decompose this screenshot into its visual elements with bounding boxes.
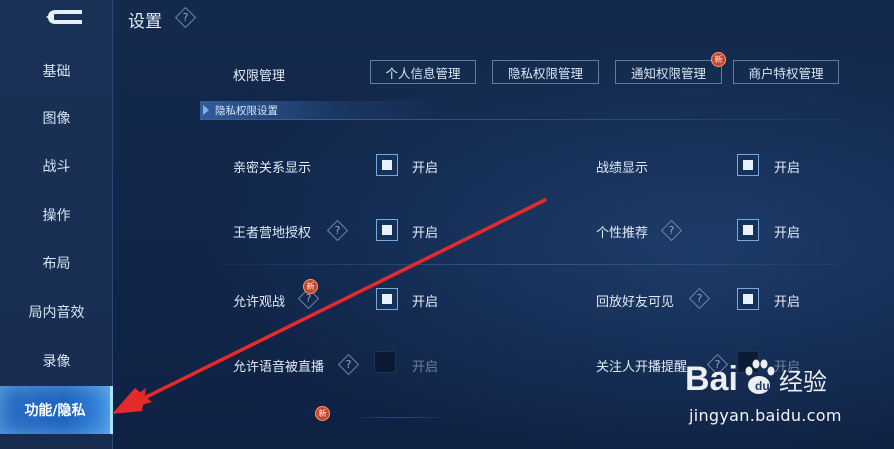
tab-privacy-permissions[interactable]: 隐私权限管理 <box>492 60 599 84</box>
checkbox-record[interactable] <box>737 154 759 176</box>
sidebar-item-replay[interactable]: 录像 <box>0 339 113 383</box>
help-icon[interactable]: ? <box>691 290 708 307</box>
tab-merchant-privileges[interactable]: 商户特权管理 <box>733 60 839 84</box>
row-divider <box>220 264 838 265</box>
section-title: 隐私权限设置 <box>215 104 278 117</box>
state-record: 开启 <box>774 161 801 176</box>
sidebar-item-controls[interactable]: 操作 <box>0 193 113 237</box>
sidebar-item-graphics[interactable]: 图像 <box>0 96 113 140</box>
state-camp-auth: 开启 <box>412 226 439 241</box>
svg-text:Bai: Bai <box>685 360 738 398</box>
svg-text:du: du <box>755 379 770 393</box>
state-spectate: 开启 <box>412 295 439 310</box>
tab-personal-info[interactable]: 个人信息管理 <box>370 60 476 84</box>
tab-notification-permissions[interactable]: 通知权限管理 <box>615 60 722 84</box>
state-intimacy: 开启 <box>412 161 439 176</box>
sidebar: 基础 图像 战斗 操作 布局 局内音效 录像 功能/隐私 <box>0 0 113 449</box>
back-button[interactable] <box>42 6 86 28</box>
setting-label-camp-auth: 王者营地授权 <box>233 226 312 241</box>
checkbox-replay-friends[interactable] <box>737 288 759 310</box>
new-badge: 新 <box>303 279 318 294</box>
watermark-url: jingyan.baidu.com <box>689 406 842 425</box>
sidebar-item-features-privacy[interactable]: 功能/隐私 <box>0 386 113 434</box>
baidu-logo: Bai du 经验 <box>685 359 827 398</box>
back-arrow-icon <box>46 10 82 24</box>
sidebar-item-basic[interactable]: 基础 <box>0 49 113 93</box>
sidebar-item-combat[interactable]: 战斗 <box>0 144 113 188</box>
setting-label-personalized: 个性推荐 <box>596 226 649 241</box>
section-divider <box>200 119 840 120</box>
checkbox-personalized[interactable] <box>737 219 759 241</box>
page-title: 设置 <box>128 12 162 32</box>
setting-label-record: 战绩显示 <box>596 161 649 176</box>
help-icon[interactable]: ? <box>329 222 346 239</box>
checkbox-camp-auth[interactable] <box>376 219 398 241</box>
setting-label-live-remind: 关注人开播提醒 <box>596 360 688 375</box>
help-icon[interactable]: ? <box>663 222 680 239</box>
checkbox-intimacy[interactable] <box>376 154 398 176</box>
setting-label-voice-broadcast: 允许语音被直播 <box>233 360 325 375</box>
new-badge: 新 <box>711 52 726 67</box>
help-icon[interactable]: ? <box>177 9 194 26</box>
section-header: 隐私权限设置 <box>200 101 450 119</box>
row-divider <box>360 417 440 418</box>
checkbox-spectate[interactable] <box>376 288 398 310</box>
help-icon[interactable]: ? <box>340 356 357 373</box>
state-voice-broadcast: 开启 <box>412 360 439 375</box>
sidebar-item-ingame-audio[interactable]: 局内音效 <box>0 290 113 334</box>
sidebar-item-layout[interactable]: 布局 <box>0 241 113 285</box>
setting-label-spectate: 允许观战 <box>233 295 286 310</box>
checkbox-voice-broadcast[interactable] <box>374 351 396 373</box>
svg-text:经验: 经验 <box>779 368 827 396</box>
setting-label-replay-friends: 回放好友可见 <box>596 295 675 310</box>
state-replay-friends: 开启 <box>774 295 801 310</box>
setting-label-intimacy: 亲密关系显示 <box>233 161 312 176</box>
state-personalized: 开启 <box>774 226 801 241</box>
permissions-label: 权限管理 <box>233 69 286 84</box>
new-badge: 新 <box>315 406 330 421</box>
